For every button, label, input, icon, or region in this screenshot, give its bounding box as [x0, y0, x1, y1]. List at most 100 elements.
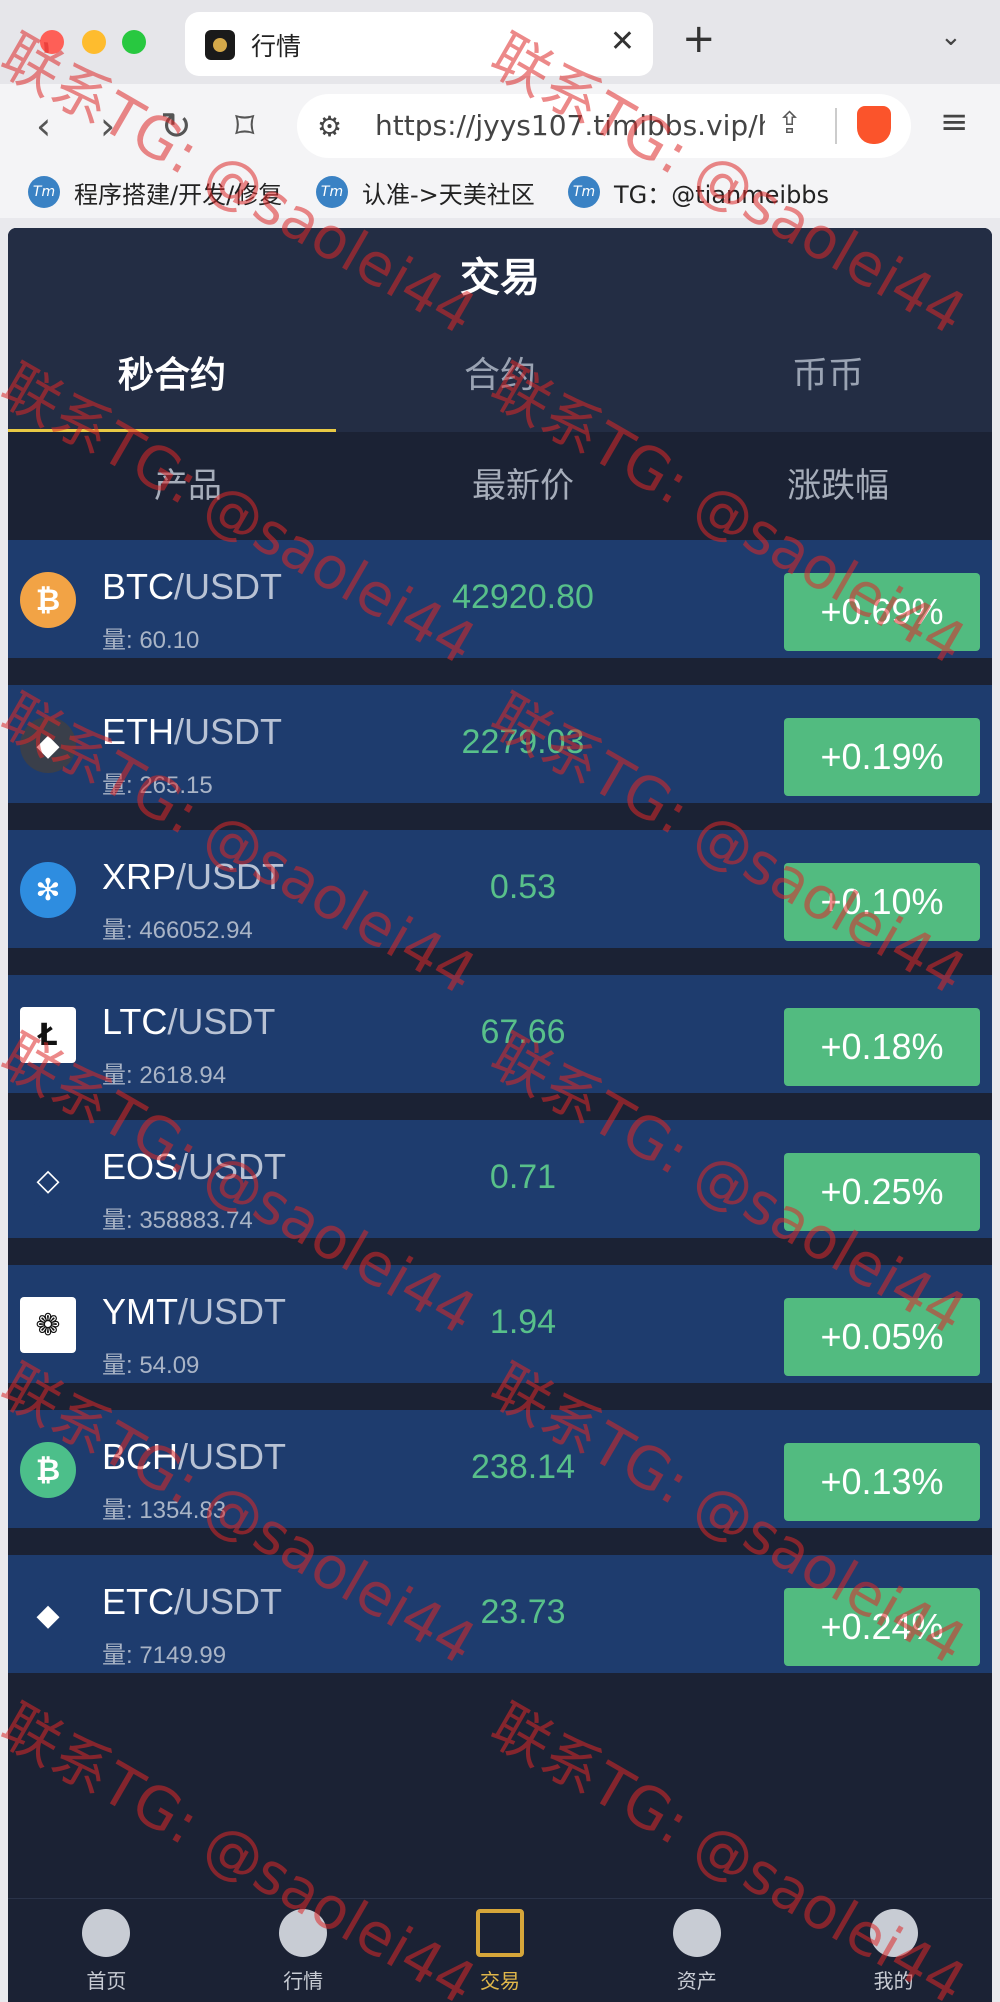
column-header-price: 最新价	[472, 466, 574, 506]
site-settings-icon[interactable]: ⚙	[317, 110, 342, 143]
volume-text: 量: 7149.99	[102, 1642, 227, 1669]
bookmark-site-icon: Tm	[28, 176, 60, 208]
base-symbol: XRP	[102, 856, 177, 897]
bookmark-icon[interactable]: ⌑	[235, 104, 255, 148]
change-badge[interactable]: +0.13%	[784, 1443, 980, 1521]
nav-item[interactable]: 我的	[795, 1899, 992, 2002]
market-row[interactable]: ₿ BCH/USDT 量: 1354.83 238.14 +0.13%	[8, 1410, 992, 1528]
bookmark-item[interactable]: Tm 认准->天美社区	[316, 174, 535, 210]
bottom-nav: 首页 行情 交易 资产 我的	[8, 1898, 992, 2002]
trade-type-tabs: 秒合约 合约 币币	[8, 320, 992, 432]
pair-symbol: ETH/USDT	[102, 711, 282, 753]
bookmarks-bar: Tm 程序搭建/开发/修复 Tm 认准->天美社区 Tm TG：@tianmei…	[0, 168, 1000, 218]
ethereum-icon: ◆	[20, 717, 76, 773]
quote-symbol: /USDT	[178, 1291, 286, 1332]
market-icon	[279, 1909, 328, 1957]
pair-symbol: YMT/USDT	[102, 1291, 286, 1333]
base-symbol: BTC	[102, 566, 174, 607]
bookmark-item[interactable]: Tm TG：@tianmeibbs	[568, 174, 829, 210]
market-list: ₿ BTC/USDT 量: 60.10 42920.80 +0.69% ◆ ETH/USDT…	[8, 540, 992, 1700]
last-price: 23.73	[480, 1593, 566, 1631]
browser-titlebar: 行情 ✕ + ⌄	[0, 0, 1000, 84]
close-window-button[interactable]	[40, 30, 64, 54]
bitcoin-icon: ₿	[20, 572, 76, 628]
bookmark-label: 程序搭建/开发/修复	[74, 180, 283, 209]
last-price: 67.66	[480, 1013, 566, 1051]
market-row[interactable]: ✻ XRP/USDT 量: 466052.94 0.53 +0.10%	[8, 830, 992, 948]
tab-second-contract[interactable]: 秒合约	[8, 320, 336, 432]
app-header: 交易	[8, 228, 992, 320]
nav-label: 交易	[479, 1969, 520, 1993]
bookmark-label: 认准->天美社区	[362, 180, 535, 209]
market-row[interactable]: ₿ BTC/USDT 量: 60.10 42920.80 +0.69%	[8, 540, 992, 658]
nav-label: 我的	[873, 1969, 914, 1993]
forward-icon[interactable]: ›	[100, 104, 115, 148]
zoom-window-button[interactable]	[122, 30, 146, 54]
tab-list-icon[interactable]: ⌄	[940, 22, 962, 52]
bitcoin-cash-icon: ₿	[20, 1442, 76, 1498]
minimize-window-button[interactable]	[82, 30, 106, 54]
pair-symbol: EOS/USDT	[102, 1146, 286, 1188]
nav-item[interactable]: 交易	[402, 1899, 599, 2002]
tab-contract[interactable]: 合约	[336, 320, 664, 432]
url-text[interactable]: https://jyys107.timibbs.vip/h...	[375, 109, 765, 142]
trading-app: 交易 秒合约 合约 币币 产品 最新价 涨跌幅 ₿ BTC/USDT 量: 60.1…	[8, 228, 992, 2002]
quote-symbol: /USDT	[176, 856, 285, 897]
market-row[interactable]: ❁ YMT/USDT 量: 54.09 1.94 +0.05%	[8, 1265, 992, 1383]
ethereum-classic-icon: ◆	[20, 1587, 76, 1643]
change-badge[interactable]: +0.24%	[784, 1588, 980, 1666]
last-price: 2279.03	[461, 723, 585, 761]
bookmark-label: TG：@tianmeibbs	[614, 180, 830, 209]
quote-symbol: /USDT	[174, 566, 282, 607]
bookmark-item[interactable]: Tm 程序搭建/开发/修复	[28, 174, 282, 210]
market-row[interactable]: ◇ EOS/USDT 量: 358883.74 0.71 +0.25%	[8, 1120, 992, 1238]
bookmark-site-icon: Tm	[568, 176, 600, 208]
volume-text: 量: 358883.74	[102, 1207, 253, 1234]
browser-menu-icon[interactable]: ≡	[940, 102, 969, 142]
volume-text: 量: 1354.83	[102, 1497, 227, 1524]
change-badge[interactable]: +0.05%	[784, 1298, 980, 1376]
profile-icon	[869, 1909, 918, 1957]
base-symbol: LTC	[102, 1001, 168, 1042]
quote-symbol: /USDT	[178, 1146, 287, 1187]
close-tab-icon[interactable]: ✕	[610, 24, 635, 59]
change-badge[interactable]: +0.25%	[784, 1153, 980, 1231]
tab-title: 行情	[251, 32, 302, 61]
base-symbol: YMT	[102, 1291, 178, 1332]
pair-symbol: BTC/USDT	[102, 566, 282, 608]
brave-shields-icon[interactable]	[857, 106, 891, 144]
nav-label: 资产	[676, 1969, 717, 1993]
address-bar[interactable]: ⚙ https://jyys107.timibbs.vip/h... ⇪	[297, 94, 911, 158]
page-title: 交易	[460, 255, 540, 301]
trade-icon	[475, 1909, 524, 1957]
new-tab-button[interactable]: +	[682, 16, 716, 62]
market-row[interactable]: ◆ ETH/USDT 量: 265.15 2279.03 +0.19%	[8, 685, 992, 803]
market-row[interactable]: Ł LTC/USDT 量: 2618.94 67.66 +0.18%	[8, 975, 992, 1093]
volume-text: 量: 466052.94	[102, 917, 253, 944]
change-badge[interactable]: +0.69%	[784, 573, 980, 651]
column-header-change: 涨跌幅	[787, 466, 889, 506]
share-icon[interactable]: ⇪	[777, 106, 802, 141]
nav-item[interactable]: 资产	[598, 1899, 795, 2002]
nav-item[interactable]: 行情	[205, 1899, 402, 2002]
volume-text: 量: 265.15	[102, 772, 213, 799]
home-icon	[82, 1909, 131, 1957]
market-row[interactable]: ◆ ETC/USDT 量: 7149.99 23.73 +0.24%	[8, 1555, 992, 1673]
change-badge[interactable]: +0.18%	[784, 1008, 980, 1086]
tab-spot[interactable]: 币币	[664, 320, 992, 432]
reload-icon[interactable]: ↻	[160, 104, 192, 148]
site-favicon-icon	[205, 30, 235, 60]
base-symbol: BCH	[102, 1436, 179, 1477]
nav-item[interactable]: 首页	[8, 1899, 205, 2002]
change-badge[interactable]: +0.19%	[784, 718, 980, 796]
pair-symbol: ETC/USDT	[102, 1581, 282, 1623]
back-icon[interactable]: ‹	[36, 104, 51, 148]
volume-text: 量: 2618.94	[102, 1062, 227, 1089]
quote-symbol: /USDT	[174, 711, 282, 752]
nav-label: 行情	[283, 1969, 324, 1993]
change-badge[interactable]: +0.10%	[784, 863, 980, 941]
last-price: 238.14	[471, 1448, 575, 1486]
column-headers: 产品 最新价 涨跌幅	[8, 432, 992, 540]
ymt-icon: ❁	[20, 1297, 76, 1353]
browser-tab[interactable]: 行情 ✕	[185, 12, 653, 76]
